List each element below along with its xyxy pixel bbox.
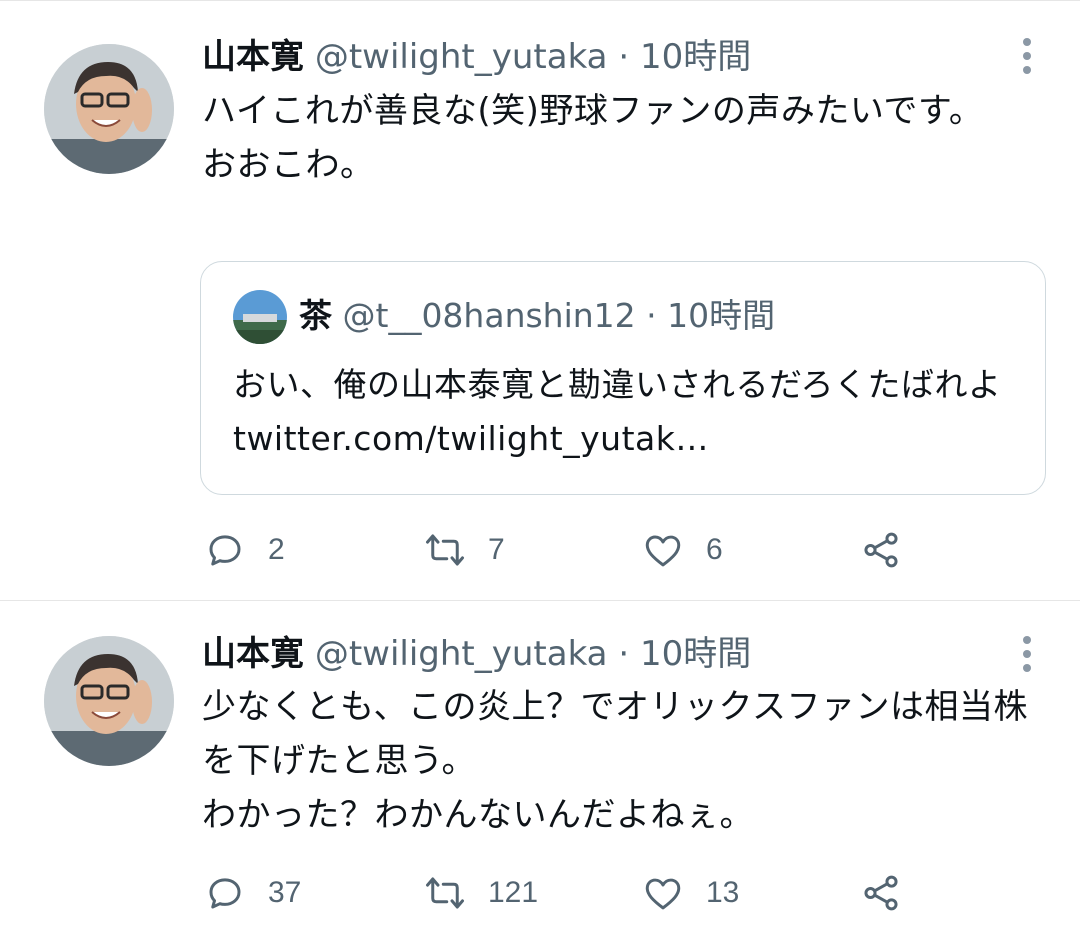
retweet-button[interactable]: 7 <box>424 525 505 575</box>
retweet-count: 121 <box>488 876 539 909</box>
retweet-button[interactable]: 121 <box>424 868 538 918</box>
quoted-time: 10時間 <box>667 296 776 335</box>
tweet-text: ハイこれが善良な(笑)野球ファンの声みたいです。 おおこわ。 <box>202 91 984 185</box>
quoted-tweet[interactable]: 茶 @t__08hanshin12 · 10時間 おい、俺の山本泰寛と勘違いされ… <box>200 261 1046 495</box>
action-bar: 37 121 13 <box>0 868 1080 918</box>
like-count: 6 <box>706 533 723 566</box>
tweet[interactable]: 山本寛 @twilight_yutaka · 10時間 ハイこれが善良な(笑)野… <box>0 0 1080 600</box>
quoted-header: 茶 @t__08hanshin12 · 10時間 <box>299 294 775 338</box>
reply-icon <box>209 878 241 909</box>
quoted-avatar <box>233 290 287 344</box>
more-icon[interactable] <box>1014 34 1040 78</box>
more-icon[interactable] <box>1014 632 1040 676</box>
like-button[interactable]: 6 <box>642 525 723 575</box>
separator: · <box>618 634 630 674</box>
user-handle[interactable]: @twilight_yutaka <box>315 634 608 674</box>
quoted-separator: · <box>646 296 657 335</box>
avatar[interactable] <box>44 636 174 766</box>
user-handle[interactable]: @twilight_yutaka <box>315 37 608 77</box>
tweet-header: 山本寛 @twilight_yutaka · 10時間 <box>202 37 751 77</box>
like-icon <box>645 878 681 910</box>
tweet-text: 少なくとも、この炎上？でオリックスファンは相当株を下げたと思う。 わかった？わか… <box>202 687 1028 835</box>
share-button[interactable] <box>860 868 902 918</box>
action-bar: 2 7 6 <box>0 525 1080 575</box>
quoted-handle: @t__08hanshin12 <box>342 296 636 335</box>
separator: · <box>618 37 630 77</box>
like-count: 13 <box>706 876 740 909</box>
timestamp[interactable]: 10時間 <box>640 37 751 77</box>
display-name[interactable]: 山本寛 <box>202 37 304 77</box>
share-icon <box>864 532 898 568</box>
reply-button[interactable]: 37 <box>204 868 301 918</box>
retweet-count: 7 <box>488 533 505 566</box>
share-icon <box>864 875 898 911</box>
tweet-header: 山本寛 @twilight_yutaka · 10時間 <box>202 634 751 674</box>
reply-count: 2 <box>268 533 285 566</box>
reply-count: 37 <box>268 876 302 909</box>
reply-icon <box>209 535 241 566</box>
quoted-text: おい、俺の山本泰寛と勘違いされるだろくたばれよ twitter.com/twil… <box>233 365 1002 458</box>
timestamp[interactable]: 10時間 <box>640 634 751 674</box>
avatar[interactable] <box>44 44 174 174</box>
tweet[interactable]: 山本寛 @twilight_yutaka · 10時間 少なくとも、この炎上？で… <box>0 600 1080 944</box>
share-button[interactable] <box>860 525 902 575</box>
retweet-icon <box>426 877 464 909</box>
quoted-name: 茶 <box>299 296 332 335</box>
like-button[interactable]: 13 <box>642 868 739 918</box>
like-icon <box>645 535 681 567</box>
display-name[interactable]: 山本寛 <box>202 634 304 674</box>
retweet-icon <box>426 534 464 566</box>
reply-button[interactable]: 2 <box>204 525 285 575</box>
